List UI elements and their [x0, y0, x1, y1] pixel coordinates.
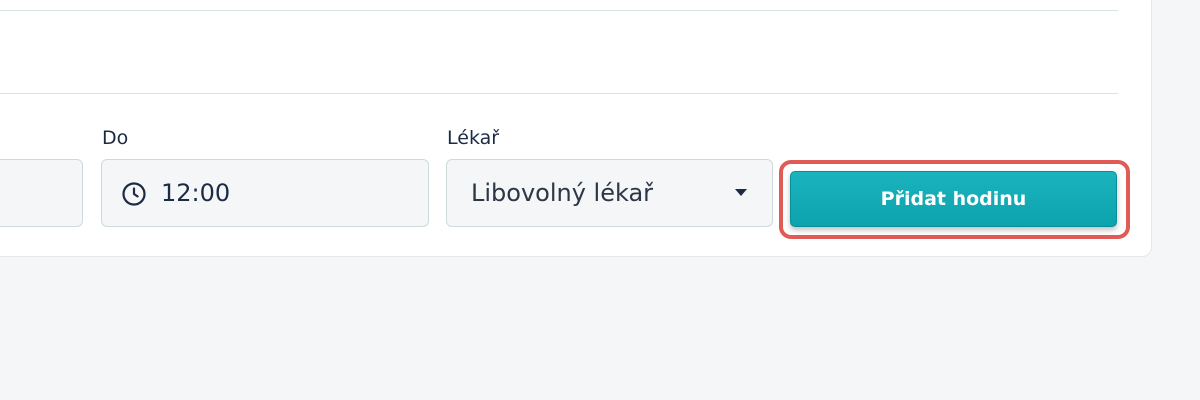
to-time-field[interactable]: 12:00 [101, 159, 429, 227]
chevron-down-icon[interactable] [735, 189, 747, 196]
from-time-field[interactable] [0, 159, 83, 227]
divider [0, 10, 1118, 11]
doctor-label: Lékař [447, 127, 500, 149]
doctor-select[interactable]: Libovolný lékař [446, 159, 773, 227]
clock-icon [122, 182, 146, 206]
add-hour-button[interactable]: Přidat hodinu [790, 171, 1117, 227]
divider [0, 93, 1118, 94]
doctor-select-value: Libovolný lékař [471, 179, 654, 207]
to-time-label: Do [102, 127, 129, 149]
to-time-value: 12:00 [161, 179, 231, 207]
